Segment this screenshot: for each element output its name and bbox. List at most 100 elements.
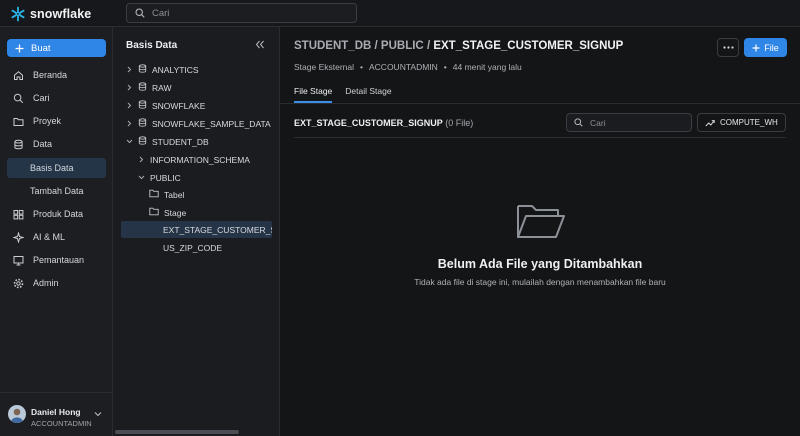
- tree-item-label: US_ZIP_CODE: [163, 242, 223, 253]
- object-meta: Stage Eksternal • ACCOUNTADMIN • 44 meni…: [294, 62, 522, 72]
- tree-item-label: INFORMATION_SCHEMA: [150, 154, 250, 165]
- breadcrumb-schema[interactable]: PUBLIC: [381, 40, 424, 52]
- tree-item-ext-stage-customer-signup[interactable]: EXT_STAGE_CUSTOMER_SIGNUP: [121, 221, 272, 238]
- tree-item-student-db[interactable]: STUDENT_DB: [121, 133, 272, 150]
- chevron-down-icon: [137, 175, 145, 180]
- tree-item-tabel[interactable]: Tabel: [121, 186, 272, 203]
- tree-item-raw[interactable]: RAW: [121, 79, 272, 96]
- nav-item-label: Basis Data: [30, 163, 74, 173]
- chevron-right-icon: [125, 66, 133, 73]
- tab-file-stage[interactable]: File Stage: [294, 83, 333, 103]
- main-content: STUDENT_DB / PUBLIC / EXT_STAGE_CUSTOMER…: [280, 27, 800, 436]
- search-icon: [13, 93, 24, 104]
- nav-item-produk-data[interactable]: Produk Data: [7, 204, 106, 224]
- meta-dot: •: [443, 62, 447, 72]
- database-icon: [138, 118, 147, 129]
- nav-item-data[interactable]: Data: [7, 134, 106, 154]
- tree-item-label: Stage: [164, 207, 187, 218]
- empty-state-description: Tidak ada file di stage ini, mulailah de…: [414, 277, 666, 287]
- create-button[interactable]: Buat: [7, 39, 106, 57]
- nav-item-tambah-data[interactable]: Tambah Data: [7, 181, 106, 201]
- file-search-input[interactable]: Cari: [566, 113, 692, 132]
- tree-item-stage[interactable]: Stage: [121, 204, 272, 221]
- breadcrumb: STUDENT_DB / PUBLIC / EXT_STAGE_CUSTOMER…: [294, 40, 623, 52]
- nav-item-proyek[interactable]: Proyek: [7, 111, 106, 131]
- user-role: ACCOUNTADMIN: [31, 419, 92, 428]
- empty-state-title: Belum Ada File yang Ditambahkan: [437, 257, 643, 271]
- folder-icon: [149, 207, 159, 218]
- nav-item-beranda[interactable]: Beranda: [7, 65, 106, 85]
- section-stage-name: EXT_STAGE_CUSTOMER_SIGNUP: [294, 118, 443, 128]
- search-icon: [135, 8, 145, 18]
- database-icon: [138, 82, 147, 93]
- top-bar: snowflake Cari: [0, 0, 800, 27]
- chevron-right-icon: [137, 156, 145, 163]
- global-search-input[interactable]: Cari: [126, 3, 357, 23]
- tree-item-label: SNOWFLAKE: [152, 100, 206, 111]
- create-button-label: Buat: [31, 42, 51, 54]
- horizontal-scrollbar[interactable]: [115, 430, 239, 434]
- tree-item-analytics[interactable]: ANALYTICS: [121, 61, 272, 78]
- trend-icon: [705, 119, 715, 126]
- breadcrumb-db[interactable]: STUDENT_DB: [294, 40, 371, 52]
- app-window: snowflake Cari Buat Beranda Cari Proyek …: [0, 0, 800, 436]
- nav-item-cari[interactable]: Cari: [7, 88, 106, 108]
- tab-label: File Stage: [294, 86, 333, 96]
- nav-item-admin[interactable]: Admin: [7, 273, 106, 293]
- nav-item-label: Admin: [33, 278, 59, 288]
- nav-item-label: Pemantauan: [33, 255, 85, 265]
- meta-type: Stage Eksternal: [294, 62, 355, 72]
- tree-item-public[interactable]: PUBLIC: [121, 169, 272, 186]
- nav-item-label: Beranda: [33, 70, 68, 80]
- file-search-placeholder: Cari: [590, 117, 606, 128]
- meta-role: ACCOUNTADMIN: [369, 62, 438, 72]
- collapse-panel-icon[interactable]: [255, 40, 265, 49]
- more-options-button[interactable]: [717, 38, 739, 57]
- database-icon: [138, 136, 147, 147]
- tree-item-label: SNOWFLAKE_SAMPLE_DATA: [152, 118, 271, 129]
- nav-item-label: AI & ML: [33, 232, 66, 242]
- brand-name: snowflake: [30, 7, 92, 21]
- add-file-button-label: File: [764, 42, 779, 53]
- folder-icon: [13, 116, 24, 127]
- tree-item-us-zip-code[interactable]: US_ZIP_CODE: [121, 239, 272, 256]
- nav-item-basis-data[interactable]: Basis Data: [7, 158, 106, 178]
- meta-time: 44 menit yang lalu: [452, 62, 522, 72]
- user-name: Daniel Hong: [31, 407, 81, 417]
- add-file-button[interactable]: File: [744, 38, 787, 57]
- plus-icon: [752, 44, 760, 51]
- monitor-icon: [13, 255, 24, 266]
- warehouse-selector[interactable]: COMPUTE_WH: [697, 113, 786, 132]
- database-tree-panel: Basis Data ANALYTICS RAW SNOWFLAKE SNOWF…: [113, 27, 280, 436]
- tree-item-label: Tabel: [164, 189, 185, 200]
- page-title: EXT_STAGE_CUSTOMER_SIGNUP: [433, 40, 624, 52]
- user-menu[interactable]: Daniel Hong ACCOUNTADMIN: [0, 392, 113, 436]
- chevron-down-icon: [125, 139, 133, 144]
- gear-icon: [13, 278, 24, 289]
- sparkle-icon: [13, 231, 24, 243]
- tree-item-information-schema[interactable]: INFORMATION_SCHEMA: [121, 151, 272, 168]
- warehouse-name: COMPUTE_WH: [720, 118, 778, 127]
- tree-title: Basis Data: [126, 40, 178, 51]
- database-icon: [138, 64, 147, 75]
- tree-item-label: EXT_STAGE_CUSTOMER_SIGNUP: [163, 224, 272, 235]
- nav-item-pemantauan[interactable]: Pemantauan: [7, 250, 106, 270]
- tab-divider: [280, 103, 800, 104]
- chevron-down-icon: [94, 412, 102, 417]
- tab-label: Detail Stage: [345, 86, 392, 96]
- section-divider: [294, 137, 786, 138]
- breadcrumb-separator: /: [426, 40, 431, 52]
- nav-item-ai-ml[interactable]: AI & ML: [7, 227, 106, 247]
- snowflake-logo[interactable]: snowflake: [10, 6, 91, 22]
- avatar: [8, 405, 26, 423]
- database-icon: [138, 100, 147, 111]
- chevron-right-icon: [125, 84, 133, 91]
- tree-item-snowflake-sample-data[interactable]: SNOWFLAKE_SAMPLE_DATA: [121, 115, 272, 132]
- snowflake-logo-icon: [11, 6, 25, 22]
- tree-item-snowflake[interactable]: SNOWFLAKE: [121, 97, 272, 114]
- nav-item-label: Proyek: [33, 116, 62, 126]
- tab-detail-stage[interactable]: Detail Stage: [345, 83, 391, 103]
- nav-item-label: Produk Data: [33, 209, 84, 219]
- tree-item-label: PUBLIC: [150, 172, 181, 183]
- global-search-placeholder: Cari: [152, 7, 170, 19]
